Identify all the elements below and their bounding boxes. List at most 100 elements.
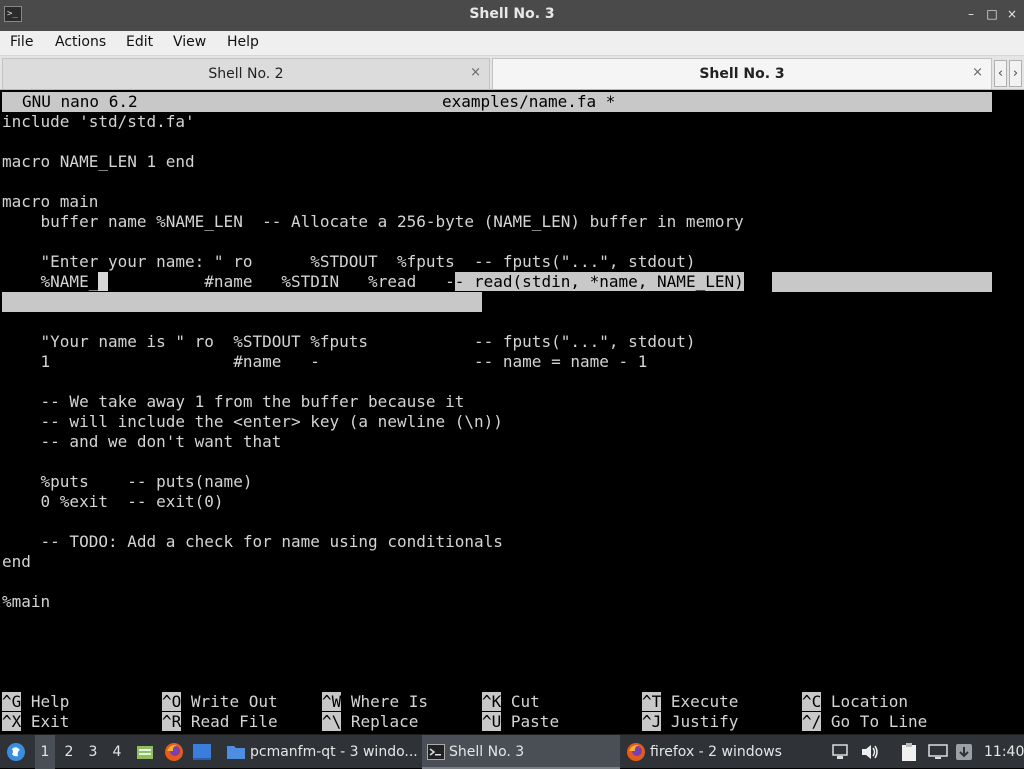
- shortcut-where-is[interactable]: ^W Where Is: [322, 692, 428, 712]
- shortcut-label: Replace: [350, 712, 419, 731]
- menu-actions[interactable]: Actions: [55, 34, 106, 50]
- code-line[interactable]: include 'std/std.fa': [2, 112, 195, 132]
- shortcut-cut[interactable]: ^K Cut: [482, 692, 540, 712]
- code-line[interactable]: -- and we don't want that: [2, 432, 282, 452]
- shortcut-label: Execute: [670, 692, 739, 711]
- clipboard-icon[interactable]: [900, 742, 918, 762]
- minimize-button[interactable]: –: [963, 5, 979, 23]
- file-manager-launcher-icon[interactable]: [136, 743, 154, 761]
- code-line[interactable]: %main: [2, 592, 50, 612]
- desktop-1[interactable]: 1: [35, 735, 55, 769]
- code-line[interactable]: -- We take away 1 from the buffer becaus…: [2, 392, 465, 412]
- shortcut-label: Write Out: [190, 692, 278, 711]
- tab-scroll-left-icon[interactable]: ‹: [994, 60, 1007, 87]
- selection-highlight: [772, 272, 992, 292]
- code-line[interactable]: "Enter your name: " ro %STDOUT %fputs --…: [2, 252, 696, 272]
- shortcut-key: ^K: [482, 692, 502, 711]
- nano-filename: examples/name.fa *: [442, 92, 616, 111]
- shortcut-key: ^J: [642, 712, 662, 731]
- shortcut-replace[interactable]: ^\ Replace: [322, 712, 418, 732]
- shortcut-execute[interactable]: ^T Execute: [642, 692, 738, 712]
- code-line[interactable]: macro NAME_LEN 1 end: [2, 152, 195, 172]
- shortcut-key: ^U: [482, 712, 502, 731]
- selected-text: - read(stdin, *name, NAME_LEN): [454, 272, 744, 291]
- text-cursor: [98, 272, 108, 291]
- network-icon[interactable]: [831, 743, 849, 761]
- taskbar-window-shell[interactable]: Shell No. 3: [422, 735, 620, 769]
- tab-label: Shell No. 3: [699, 66, 785, 82]
- tab-label: Shell No. 2: [208, 66, 284, 82]
- menu-file[interactable]: File: [10, 34, 33, 50]
- volume-icon[interactable]: [860, 743, 880, 761]
- menu-help[interactable]: Help: [227, 34, 259, 50]
- taskbar-window-firefox[interactable]: firefox - 2 windows: [622, 735, 822, 769]
- terminal-icon: [427, 744, 445, 760]
- window-titlebar: >_ Shell No. 3 – □ ×: [0, 0, 1024, 31]
- firefox-launcher-icon[interactable]: [164, 742, 184, 762]
- code-line[interactable]: 0 %exit -- exit(0): [2, 492, 224, 512]
- shortcut-key: ^R: [162, 712, 182, 731]
- shortcut-label: Justify: [670, 712, 739, 731]
- shortcut-key: ^C: [802, 692, 822, 711]
- shortcut-key: ^G: [2, 692, 22, 711]
- maximize-button[interactable]: □: [984, 5, 1000, 23]
- line-text: %NAME_: [2, 272, 99, 291]
- code-line[interactable]: -- will include the <enter> key (a newli…: [2, 412, 503, 432]
- shortcut-label: Location: [830, 692, 908, 711]
- display-icon[interactable]: [928, 743, 948, 761]
- shortcut-label: Where Is: [350, 692, 428, 711]
- terminal-view[interactable]: GNU nano 6.2 examples/name.fa * include …: [0, 91, 1024, 733]
- shortcut-label: Read File: [190, 712, 278, 731]
- shortcut-exit[interactable]: ^X Exit: [2, 712, 69, 732]
- shortcut-go-to-line[interactable]: ^/ Go To Line: [802, 712, 927, 732]
- shortcut-label: Help: [30, 692, 70, 711]
- cursor-line[interactable]: %NAME_ #name %STDIN %read -- read(stdin,…: [2, 272, 744, 292]
- firefox-icon: [627, 743, 645, 761]
- tab-scroll-right-icon[interactable]: ›: [1009, 60, 1022, 87]
- menu-edit[interactable]: Edit: [126, 34, 153, 50]
- shortcut-key: ^/: [802, 712, 822, 731]
- shortcut-paste[interactable]: ^U Paste: [482, 712, 559, 732]
- line-text: #name %STDIN %read -: [107, 272, 455, 291]
- menu-bar: File Actions Edit View Help: [0, 31, 1024, 56]
- shortcut-help[interactable]: ^G Help: [2, 692, 69, 712]
- shortcut-read-file[interactable]: ^R Read File: [162, 712, 278, 732]
- shortcut-key: ^W: [322, 692, 342, 711]
- shortcut-key: ^O: [162, 692, 182, 711]
- tab-bar: Shell No. 2 × Shell No. 3 × ‹ ›: [0, 56, 1024, 90]
- shortcut-justify[interactable]: ^J Justify: [642, 712, 738, 732]
- desktop-3[interactable]: 3: [83, 735, 103, 769]
- taskbar-window-pcmanfm[interactable]: pcmanfm-qt - 3 windo...: [222, 735, 420, 769]
- shortcut-label: Paste: [510, 712, 560, 731]
- shortcut-label: Cut: [510, 692, 540, 711]
- code-line[interactable]: -- TODO: Add a check for name using cond…: [2, 532, 503, 552]
- selection-highlight: [2, 292, 482, 312]
- shortcut-key: ^X: [2, 712, 22, 731]
- start-menu-icon[interactable]: [6, 742, 26, 762]
- taskbar-window-label: firefox - 2 windows: [650, 744, 782, 760]
- tab-close-icon[interactable]: ×: [972, 65, 983, 80]
- window-title: Shell No. 3: [469, 6, 555, 22]
- show-desktop-icon[interactable]: [192, 743, 212, 761]
- taskbar-window-label: pcmanfm-qt - 3 windo...: [250, 744, 418, 760]
- code-line[interactable]: macro main: [2, 192, 98, 212]
- shortcut-location[interactable]: ^C Location: [802, 692, 908, 712]
- tab-shell-2[interactable]: Shell No. 2 ×: [2, 58, 490, 89]
- clock[interactable]: 11:40: [984, 735, 1024, 769]
- update-notifier-icon[interactable]: [955, 743, 973, 761]
- desktop-4[interactable]: 4: [107, 735, 127, 769]
- nano-header: GNU nano 6.2 examples/name.fa *: [2, 92, 992, 112]
- close-button[interactable]: ×: [1004, 5, 1020, 23]
- code-line[interactable]: buffer name %NAME_LEN -- Allocate a 256-…: [2, 212, 744, 232]
- shortcut-write-out[interactable]: ^O Write Out: [162, 692, 278, 712]
- code-line[interactable]: "Your name is " ro %STDOUT %fputs -- fpu…: [2, 332, 696, 352]
- tab-close-icon[interactable]: ×: [470, 65, 481, 80]
- code-line[interactable]: 1 #name - -- name = name - 1: [2, 352, 648, 372]
- code-line[interactable]: %puts -- puts(name): [2, 472, 253, 492]
- taskbar: 1 2 3 4 pcmanfm-qt - 3 windo... Shell No…: [0, 734, 1024, 769]
- desktop-2[interactable]: 2: [59, 735, 79, 769]
- shortcut-label: Exit: [30, 712, 70, 731]
- code-line[interactable]: end: [2, 552, 31, 572]
- tab-shell-3[interactable]: Shell No. 3 ×: [492, 58, 992, 89]
- menu-view[interactable]: View: [173, 34, 206, 50]
